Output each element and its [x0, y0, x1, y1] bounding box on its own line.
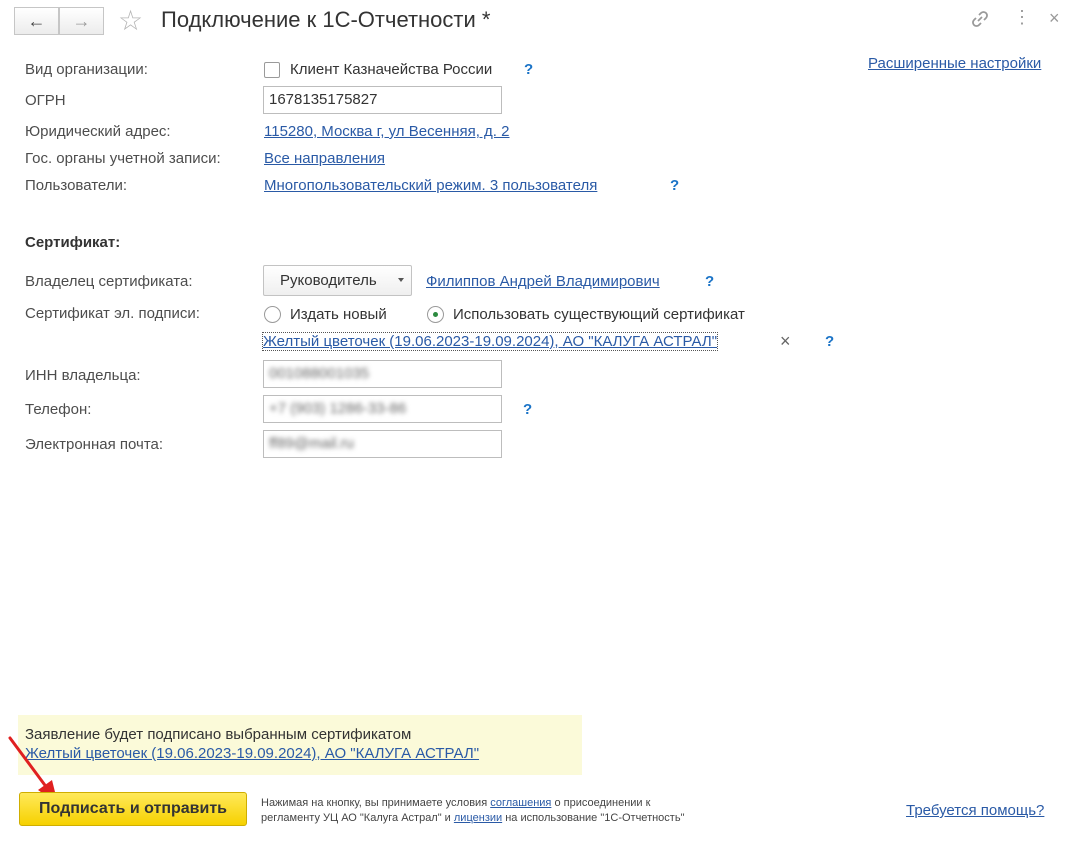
phone-label: Телефон: — [25, 401, 92, 418]
advanced-settings-link[interactable]: Расширенные настройки — [868, 55, 1041, 72]
license-link[interactable]: лицензии — [454, 812, 502, 824]
link-icon[interactable] — [970, 9, 990, 33]
terms-text-4: на использование "1С-Отчетность" — [502, 812, 685, 824]
org-type-label: Вид организации: — [25, 61, 148, 78]
users-label: Пользователи: — [25, 177, 128, 194]
terms-text: Нажимая на кнопку, вы принимаете условия… — [261, 796, 781, 826]
notice-text: Заявление будет подписано выбранным серт… — [25, 726, 412, 743]
help-icon[interactable]: ? — [705, 273, 714, 290]
help-icon[interactable]: ? — [825, 333, 834, 350]
cert-owner-name-link[interactable]: Филиппов Андрей Владимирович — [426, 273, 660, 290]
phone-value: +7 (903) 1286-33-86 — [269, 400, 407, 417]
selected-cert-link[interactable]: Желтый цветочек (19.06.2023-19.09.2024),… — [261, 332, 719, 351]
users-link[interactable]: Многопользовательский режим. 3 пользоват… — [264, 177, 597, 194]
clear-icon[interactable]: × — [780, 331, 791, 352]
arrow-right-icon: → — [72, 10, 91, 31]
terms-text-3: регламенту УЦ АО "Калуга Астрал" и — [261, 812, 454, 824]
ogrn-field[interactable]: 1678135175827 — [263, 86, 502, 114]
inn-field[interactable]: 001088001035 — [263, 360, 502, 388]
gov-bodies-label: Гос. органы учетной записи: — [25, 150, 221, 167]
certificate-section-title: Сертификат: — [25, 234, 121, 251]
help-icon[interactable]: ? — [523, 401, 532, 418]
email-value: ff89@mail.ru — [269, 435, 354, 452]
arrow-left-icon: ← — [27, 10, 46, 31]
back-button[interactable]: ← — [14, 7, 59, 35]
treasury-client-label: Клиент Казначейства России — [290, 61, 493, 78]
forward-button[interactable]: → — [59, 7, 104, 35]
notice-cert-link[interactable]: Желтый цветочек (19.06.2023-19.09.2024),… — [25, 745, 479, 762]
terms-text-2: о присоединении к — [551, 797, 651, 809]
agreement-link[interactable]: соглашения — [490, 797, 551, 809]
use-existing-radio[interactable] — [427, 306, 444, 323]
treasury-client-checkbox[interactable] — [264, 62, 280, 78]
signing-notice: Заявление будет подписано выбранным серт… — [18, 715, 582, 775]
terms-text-1: Нажимая на кнопку, вы принимаете условия — [261, 797, 491, 809]
legal-address-label: Юридический адрес: — [25, 123, 171, 140]
email-field[interactable]: ff89@mail.ru — [263, 430, 502, 458]
issue-new-radio[interactable] — [264, 306, 281, 323]
chevron-down-icon — [398, 278, 404, 282]
sign-and-send-button[interactable]: Подписать и отправить — [19, 792, 247, 826]
help-icon[interactable]: ? — [670, 177, 679, 194]
help-icon[interactable]: ? — [524, 61, 533, 78]
gov-bodies-link[interactable]: Все направления — [264, 150, 385, 167]
close-icon[interactable]: × — [1049, 8, 1060, 29]
page-title: Подключение к 1С-Отчетности * — [161, 7, 491, 32]
cert-owner-dropdown[interactable]: Руководитель — [263, 265, 412, 296]
ogrn-label: ОГРН — [25, 92, 66, 109]
inn-label: ИНН владельца: — [25, 367, 141, 384]
email-label: Электронная почта: — [25, 436, 164, 453]
legal-address-link[interactable]: 115280, Москва г, ул Весенняя, д. 2 — [264, 123, 510, 140]
more-menu-icon[interactable]: ⋮ — [1013, 7, 1031, 28]
help-request-link[interactable]: Требуется помощь? — [906, 802, 1044, 819]
issue-new-label: Издать новый — [290, 306, 387, 323]
signature-cert-label: Сертификат эл. подписи: — [25, 305, 200, 322]
favorite-star-icon[interactable]: ☆ — [118, 4, 143, 37]
inn-value: 001088001035 — [269, 365, 370, 382]
use-existing-label: Использовать существующий сертификат — [453, 306, 745, 323]
cert-owner-label: Владелец сертификата: — [25, 273, 193, 290]
cert-owner-value: Руководитель — [280, 272, 377, 289]
phone-field[interactable]: +7 (903) 1286-33-86 — [263, 395, 502, 423]
